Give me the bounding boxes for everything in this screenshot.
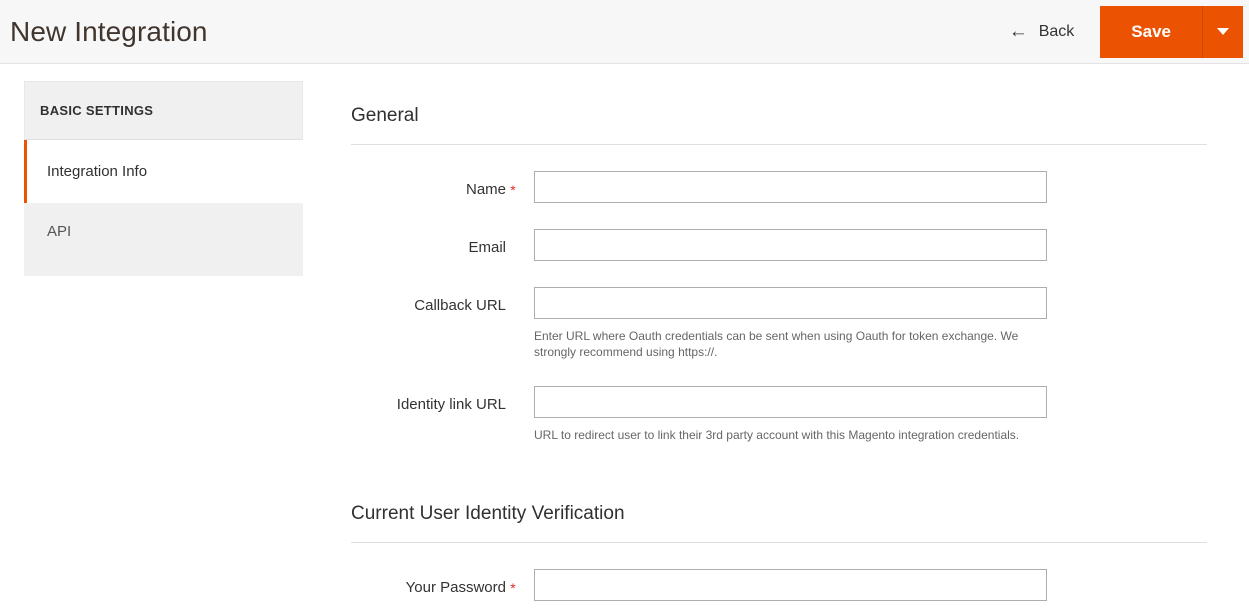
- field-label-callback-url: Callback URL: [414, 297, 506, 314]
- identity-link-url-note: URL to redirect user to link their 3rd p…: [534, 428, 1020, 442]
- sidebar-heading: BASIC SETTINGS: [24, 81, 303, 140]
- callback-url-note: Enter URL where Oauth credentials can be…: [534, 329, 1019, 359]
- integration-form: General Name * Email * Callback URL * En…: [351, 81, 1207, 601]
- field-label-your-password: Your Password: [405, 579, 506, 596]
- field-label-name: Name: [465, 181, 506, 198]
- back-button[interactable]: ← Back: [1009, 22, 1075, 41]
- required-indicator-placeholder: *: [506, 386, 520, 415]
- name-input[interactable]: [534, 171, 1047, 203]
- arrow-left-icon: ←: [1008, 21, 1028, 42]
- section-title-general: General: [351, 105, 1207, 145]
- save-split-button: Save: [1100, 5, 1243, 58]
- identity-link-url-input[interactable]: [534, 386, 1047, 418]
- callback-url-input[interactable]: [534, 287, 1047, 319]
- save-button[interactable]: Save: [1100, 5, 1202, 58]
- required-indicator-placeholder: *: [506, 229, 520, 258]
- field-label-identity-link-url: Identity link URL: [396, 396, 506, 413]
- field-row-identity-link-url: Identity link URL * URL to redirect user…: [351, 386, 1207, 443]
- back-button-label: Back: [1038, 22, 1075, 40]
- field-label-email: Email: [468, 239, 506, 256]
- sidebar-item-api[interactable]: API: [24, 203, 303, 276]
- required-indicator: *: [510, 580, 516, 596]
- chevron-down-icon: [1217, 28, 1229, 35]
- sidebar-item-label: Integration Info: [47, 163, 148, 180]
- basic-settings-sidebar: BASIC SETTINGS Integration Info API: [24, 81, 303, 276]
- field-row-name: Name *: [351, 171, 1207, 203]
- save-options-toggle[interactable]: [1202, 5, 1243, 58]
- header-actions: ← Back Save: [1009, 0, 1249, 64]
- field-control-your-password: [534, 569, 1047, 601]
- page-header: New Integration ← Back Save: [0, 0, 1249, 64]
- email-input[interactable]: [534, 229, 1047, 261]
- field-row-email: Email *: [351, 229, 1207, 261]
- field-control-callback-url: Enter URL where Oauth credentials can be…: [534, 287, 1047, 360]
- section-title-identity-verification: Current User Identity Verification: [351, 503, 1207, 543]
- field-control-identity-link-url: URL to redirect user to link their 3rd p…: [534, 386, 1047, 443]
- field-row-your-password: Your Password *: [351, 569, 1207, 601]
- sidebar-item-integration-info[interactable]: Integration Info: [24, 140, 303, 203]
- your-password-input[interactable]: [534, 569, 1047, 601]
- page-title: New Integration: [10, 15, 208, 47]
- new-integration-page: New Integration ← Back Save BASIC SETTIN…: [0, 0, 1249, 615]
- field-control-name: [534, 171, 1047, 203]
- field-row-callback-url: Callback URL * Enter URL where Oauth cre…: [351, 287, 1207, 360]
- field-control-email: [534, 229, 1047, 261]
- required-indicator: *: [510, 182, 516, 198]
- required-indicator-placeholder: *: [506, 287, 520, 316]
- sidebar-item-label: API: [47, 223, 72, 240]
